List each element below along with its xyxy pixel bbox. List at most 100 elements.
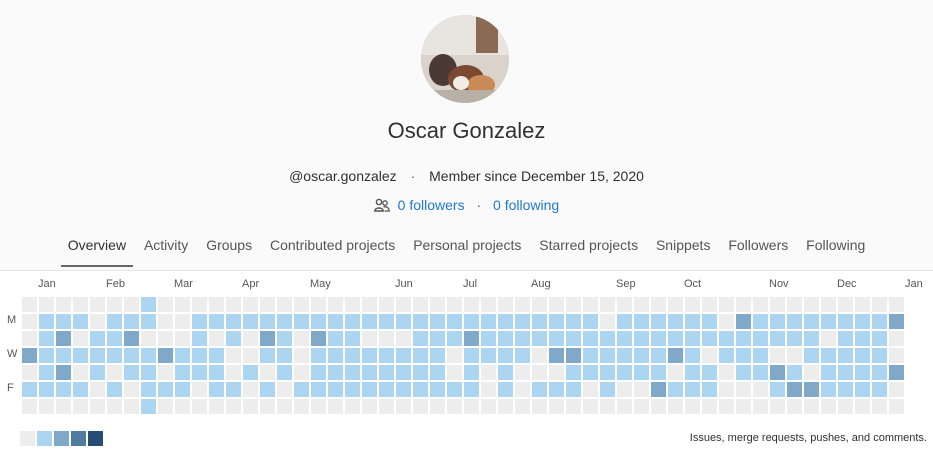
calendar-day-cell[interactable]	[753, 348, 768, 363]
calendar-day-cell[interactable]	[277, 297, 292, 312]
calendar-day-cell[interactable]	[770, 314, 785, 329]
calendar-day-cell[interactable]	[787, 399, 802, 414]
calendar-day-cell[interactable]	[396, 348, 411, 363]
tab-personal-projects[interactable]: Personal projects	[406, 226, 528, 267]
calendar-day-cell[interactable]	[736, 331, 751, 346]
calendar-day-cell[interactable]	[243, 365, 258, 380]
calendar-day-cell[interactable]	[73, 331, 88, 346]
calendar-day-cell[interactable]	[481, 365, 496, 380]
calendar-day-cell[interactable]	[192, 382, 207, 397]
calendar-day-cell[interactable]	[396, 365, 411, 380]
calendar-day-cell[interactable]	[651, 399, 666, 414]
calendar-day-cell[interactable]	[379, 399, 394, 414]
calendar-day-cell[interactable]	[821, 297, 836, 312]
calendar-day-cell[interactable]	[855, 382, 870, 397]
calendar-day-cell[interactable]	[838, 348, 853, 363]
calendar-day-cell[interactable]	[124, 382, 139, 397]
calendar-day-cell[interactable]	[311, 331, 326, 346]
calendar-day-cell[interactable]	[736, 399, 751, 414]
calendar-day-cell[interactable]	[413, 399, 428, 414]
calendar-day-cell[interactable]	[702, 382, 717, 397]
calendar-day-cell[interactable]	[90, 331, 105, 346]
calendar-day-cell[interactable]	[617, 399, 632, 414]
calendar-day-cell[interactable]	[549, 348, 564, 363]
calendar-day-cell[interactable]	[345, 348, 360, 363]
calendar-day-cell[interactable]	[838, 314, 853, 329]
calendar-day-cell[interactable]	[226, 365, 241, 380]
calendar-day-cell[interactable]	[226, 348, 241, 363]
calendar-day-cell[interactable]	[600, 399, 615, 414]
calendar-day-cell[interactable]	[345, 297, 360, 312]
calendar-day-cell[interactable]	[685, 399, 700, 414]
calendar-day-cell[interactable]	[345, 331, 360, 346]
calendar-day-cell[interactable]	[753, 314, 768, 329]
calendar-day-cell[interactable]	[498, 297, 513, 312]
calendar-day-cell[interactable]	[277, 331, 292, 346]
tab-groups[interactable]: Groups	[199, 226, 259, 267]
calendar-day-cell[interactable]	[39, 331, 54, 346]
calendar-day-cell[interactable]	[634, 314, 649, 329]
calendar-day-cell[interactable]	[889, 365, 904, 380]
calendar-day-cell[interactable]	[481, 314, 496, 329]
calendar-day-cell[interactable]	[838, 399, 853, 414]
calendar-day-cell[interactable]	[22, 382, 37, 397]
calendar-day-cell[interactable]	[770, 348, 785, 363]
calendar-day-cell[interactable]	[158, 348, 173, 363]
calendar-day-cell[interactable]	[396, 314, 411, 329]
calendar-day-cell[interactable]	[651, 348, 666, 363]
calendar-day-cell[interactable]	[124, 348, 139, 363]
calendar-day-cell[interactable]	[685, 382, 700, 397]
calendar-day-cell[interactable]	[430, 399, 445, 414]
calendar-day-cell[interactable]	[90, 365, 105, 380]
calendar-day-cell[interactable]	[209, 314, 224, 329]
calendar-day-cell[interactable]	[566, 382, 581, 397]
calendar-day-cell[interactable]	[260, 348, 275, 363]
calendar-day-cell[interactable]	[464, 331, 479, 346]
calendar-day-cell[interactable]	[634, 365, 649, 380]
calendar-day-cell[interactable]	[175, 314, 190, 329]
calendar-day-cell[interactable]	[668, 348, 683, 363]
calendar-day-cell[interactable]	[277, 365, 292, 380]
calendar-day-cell[interactable]	[56, 297, 71, 312]
calendar-day-cell[interactable]	[600, 382, 615, 397]
calendar-day-cell[interactable]	[872, 365, 887, 380]
calendar-day-cell[interactable]	[583, 399, 598, 414]
calendar-day-cell[interactable]	[294, 348, 309, 363]
calendar-day-cell[interactable]	[651, 365, 666, 380]
calendar-day-cell[interactable]	[379, 382, 394, 397]
calendar-day-cell[interactable]	[277, 348, 292, 363]
calendar-day-cell[interactable]	[345, 314, 360, 329]
calendar-day-cell[interactable]	[464, 297, 479, 312]
calendar-day-cell[interactable]	[277, 314, 292, 329]
calendar-day-cell[interactable]	[56, 399, 71, 414]
calendar-day-cell[interactable]	[73, 348, 88, 363]
calendar-day-cell[interactable]	[124, 297, 139, 312]
calendar-day-cell[interactable]	[583, 382, 598, 397]
calendar-day-cell[interactable]	[787, 382, 802, 397]
calendar-day-cell[interactable]	[855, 331, 870, 346]
calendar-day-cell[interactable]	[277, 399, 292, 414]
calendar-day-cell[interactable]	[804, 382, 819, 397]
calendar-day-cell[interactable]	[362, 365, 377, 380]
calendar-day-cell[interactable]	[226, 331, 241, 346]
calendar-day-cell[interactable]	[481, 331, 496, 346]
calendar-day-cell[interactable]	[175, 348, 190, 363]
calendar-day-cell[interactable]	[192, 331, 207, 346]
calendar-day-cell[interactable]	[464, 365, 479, 380]
calendar-day-cell[interactable]	[413, 348, 428, 363]
calendar-day-cell[interactable]	[549, 382, 564, 397]
calendar-day-cell[interactable]	[634, 382, 649, 397]
calendar-day-cell[interactable]	[430, 331, 445, 346]
calendar-day-cell[interactable]	[192, 314, 207, 329]
calendar-day-cell[interactable]	[413, 297, 428, 312]
calendar-day-cell[interactable]	[396, 297, 411, 312]
calendar-day-cell[interactable]	[804, 365, 819, 380]
calendar-day-cell[interactable]	[73, 399, 88, 414]
calendar-day-cell[interactable]	[532, 331, 547, 346]
calendar-day-cell[interactable]	[804, 297, 819, 312]
tab-overview[interactable]: Overview	[60, 226, 134, 267]
calendar-day-cell[interactable]	[124, 399, 139, 414]
calendar-day-cell[interactable]	[481, 399, 496, 414]
calendar-day-cell[interactable]	[39, 399, 54, 414]
calendar-day-cell[interactable]	[413, 314, 428, 329]
